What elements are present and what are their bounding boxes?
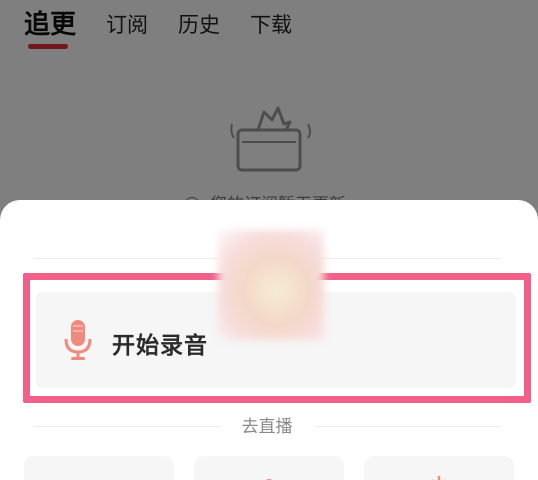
go-live-label: 去直播 <box>241 417 293 437</box>
live-option-3[interactable] <box>364 456 514 480</box>
go-live-section: 去直播 <box>34 416 500 438</box>
live-option-1[interactable] <box>24 456 174 480</box>
live-option-2[interactable] <box>194 456 344 480</box>
start-recording-label: 开始录音 <box>112 333 208 359</box>
live-option-2-icon <box>265 479 273 480</box>
live-option-3-icon <box>432 476 446 480</box>
blurred-thumbnail <box>218 230 324 340</box>
bottom-sheet: 开始录音 去直播 <box>0 200 538 480</box>
microphone-icon <box>64 320 92 360</box>
